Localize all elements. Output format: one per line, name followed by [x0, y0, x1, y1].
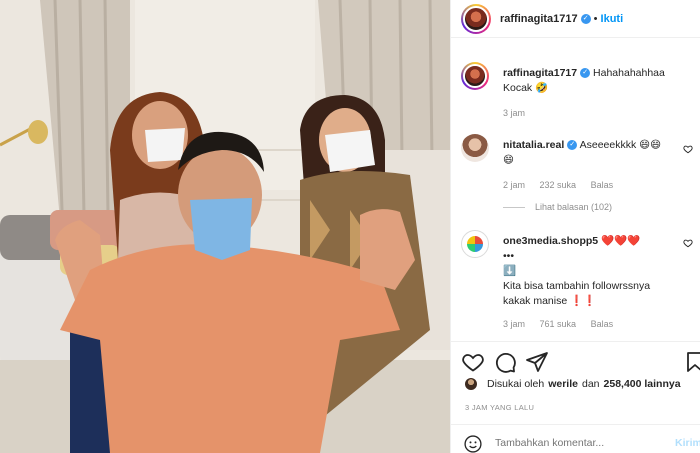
caption-comment: raffinagita1717 ✓ Hahahahahhaa Kocak 🤣 3 … [461, 62, 693, 122]
caption-time: 3 jam [503, 108, 526, 118]
heart-icon[interactable] [683, 144, 693, 154]
comment-icon[interactable] [493, 350, 517, 374]
comment-time: 3 jam [503, 319, 526, 329]
post-timestamp[interactable]: 3 JAM YANG LALU [465, 403, 534, 412]
commenter-username[interactable]: one3media.shopp5 [503, 235, 598, 247]
caption-text-2: Kocak 🤣 [503, 82, 549, 94]
share-icon[interactable] [525, 350, 549, 374]
reply-button[interactable]: Balas [591, 180, 614, 190]
view-replies-button[interactable]: Lihat balasan (102) [503, 202, 612, 212]
comment-text: Aseeeekkkk 😄😄 [579, 139, 662, 151]
commenter-avatar[interactable] [461, 230, 489, 258]
add-comment-input[interactable] [495, 437, 655, 449]
comments-list[interactable]: raffinagita1717 ✓ Hahahahahhaa Kocak 🤣 3 … [451, 50, 700, 340]
post-side-panel: raffinagita1717 ✓ • Ikuti raffinagita171… [450, 0, 700, 453]
comment-badge: ❤️❤️❤️ [601, 235, 641, 247]
comment-text-3: Kita bisa tambahin followrssnya [503, 280, 651, 292]
comment-time: 2 jam [503, 180, 526, 190]
commenter-username[interactable]: nitatalia.real [503, 139, 564, 151]
comment-text-4: kakak manise ❗❗ [503, 295, 597, 307]
post-actions-bar [451, 341, 700, 381]
photo-illustration [0, 0, 450, 453]
follow-button[interactable]: Ikuti [601, 13, 624, 25]
heart-icon[interactable] [461, 350, 485, 374]
likes-count[interactable]: 258,400 lainnya [604, 378, 681, 390]
caption-text: Hahahahahhaa [593, 67, 665, 79]
emoji-icon[interactable] [463, 434, 483, 453]
commenter-avatar[interactable] [461, 134, 489, 162]
heart-icon[interactable] [683, 238, 693, 248]
view-replies-label: Lihat balasan (102) [535, 202, 613, 212]
header-separator: • [593, 12, 598, 25]
likes-prefix: Disukai oleh [487, 378, 545, 390]
verified-badge-icon: ✓ [567, 140, 578, 151]
replies-divider [503, 207, 525, 209]
comment-item: one3media.shopp5 ❤️❤️❤️ ••• ⬇️ Kita bisa… [461, 230, 693, 340]
bookmark-icon[interactable] [683, 350, 700, 374]
liker-avatar[interactable] [465, 378, 477, 390]
post-comment-button[interactable]: Kirim [675, 437, 700, 449]
verified-badge-icon: ✓ [580, 68, 591, 79]
caption-username[interactable]: raffinagita1717 [503, 67, 577, 79]
author-avatar[interactable] [461, 3, 491, 34]
caption-avatar[interactable] [461, 62, 489, 90]
comment-like-count[interactable]: 232 suka [540, 180, 577, 190]
likes-conjunction: dan [581, 378, 600, 390]
comment-text-2: 😄 [503, 154, 514, 166]
likes-summary: Disukai oleh werile dan 258,400 lainnya [465, 378, 685, 390]
post-header: raffinagita1717 ✓ • Ikuti [451, 0, 700, 38]
comment-text-2: ⬇️ [503, 265, 517, 277]
author-username[interactable]: raffinagita1717 [500, 13, 578, 25]
post-photo[interactable] [0, 0, 450, 453]
verified-badge-icon: ✓ [580, 13, 591, 24]
reply-button[interactable]: Balas [591, 319, 614, 329]
liker-username[interactable]: werile [548, 378, 578, 390]
comment-like-count[interactable]: 761 suka [540, 319, 577, 329]
add-comment-bar: Kirim [451, 424, 700, 453]
comment-text: ••• [503, 250, 515, 262]
